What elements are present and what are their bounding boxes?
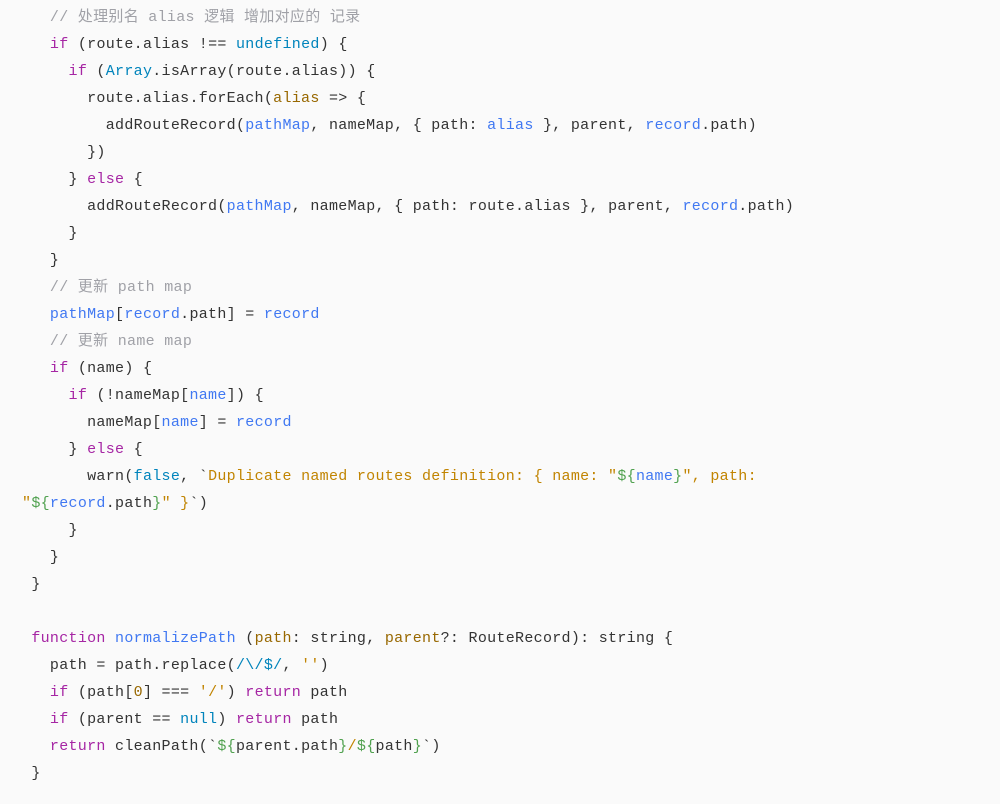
code-line: } (22, 549, 59, 566)
code-line: } (22, 576, 41, 593)
code-line: // 更新 path map (22, 279, 192, 296)
code-line: route.alias.forEach(alias => { (22, 90, 366, 107)
code-line: // 处理别名 alias 逻辑 增加对应的 记录 (22, 9, 360, 26)
code-line: return cleanPath(`${parent.path}/${path}… (22, 738, 441, 755)
code-line: }) (22, 144, 106, 161)
code-line: } (22, 522, 78, 539)
comment: // 处理别名 alias 逻辑 增加对应的 记录 (50, 9, 361, 26)
code-line: if (name) { (22, 360, 152, 377)
code-line: function normalizePath (path: string, pa… (22, 630, 673, 647)
code-line: if (route.alias !== undefined) { (22, 36, 348, 53)
code-block: // 处理别名 alias 逻辑 增加对应的 记录 if (route.alia… (0, 0, 1000, 795)
code-line: } (22, 225, 78, 242)
code-line: "${record.path}" }`) (22, 495, 208, 512)
comment: // 更新 name map (50, 333, 192, 350)
code-line: if (Array.isArray(route.alias)) { (22, 63, 376, 80)
code-line: pathMap[record.path] = record (22, 306, 320, 323)
code-line: addRouteRecord(pathMap, nameMap, { path:… (22, 117, 757, 134)
code-line: nameMap[name] = record (22, 414, 292, 431)
code-line: } else { (22, 441, 143, 458)
code-line: // 更新 name map (22, 333, 192, 350)
comment: // 更新 path map (50, 279, 192, 296)
code-line: if (parent == null) return path (22, 711, 338, 728)
code-line: } (22, 252, 59, 269)
code-line: warn(false, `Duplicate named routes defi… (22, 468, 766, 485)
code-content: // 处理别名 alias 逻辑 增加对应的 记录 if (route.alia… (22, 0, 990, 795)
code-line: if (path[0] === '/') return path (22, 684, 348, 701)
code-line: } (22, 765, 41, 782)
code-line: if (!nameMap[name]) { (22, 387, 264, 404)
code-line: path = path.replace(/\/$/, '') (22, 657, 329, 674)
code-line: addRouteRecord(pathMap, nameMap, { path:… (22, 198, 794, 215)
code-line (22, 603, 31, 620)
code-line: } else { (22, 171, 143, 188)
